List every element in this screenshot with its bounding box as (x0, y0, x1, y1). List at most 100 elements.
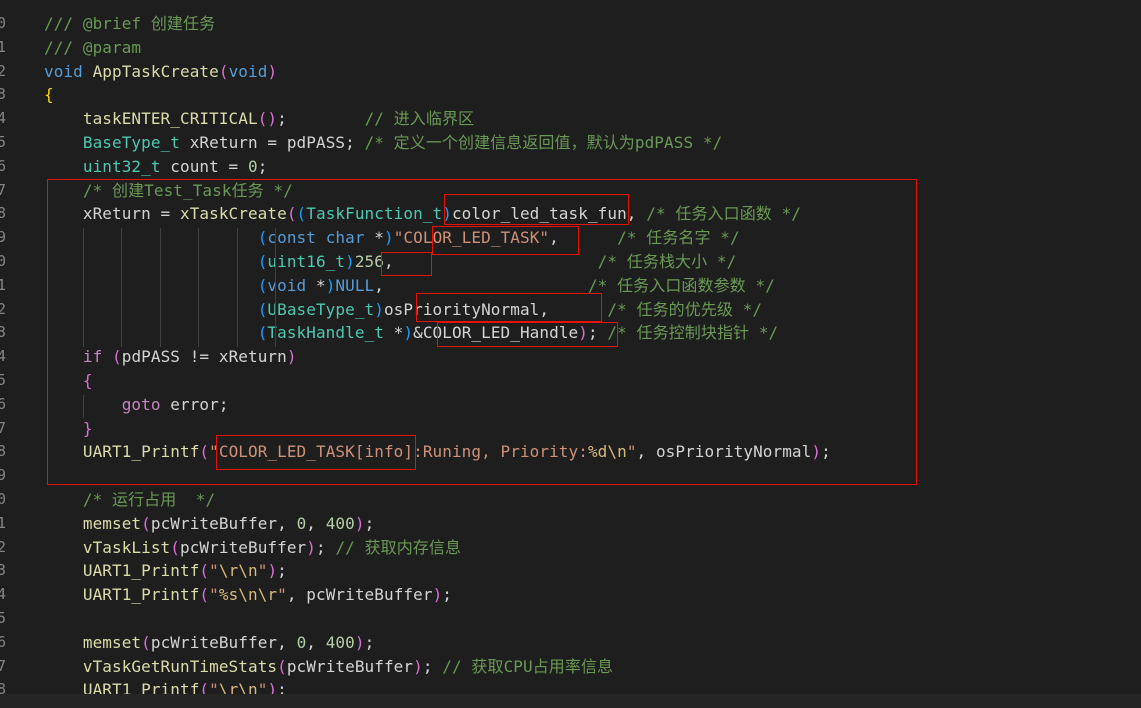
line-number: 1 (0, 513, 7, 532)
code-token: uint32_t (82, 156, 161, 176)
code-token: " (209, 561, 219, 581)
code-token: /* 定义一个创建信息返回值，默认为pdPASS */ (364, 133, 723, 152)
code-line[interactable]: 6 goto error; (0, 393, 1141, 417)
code-line[interactable]: 5 (0, 607, 1141, 631)
code-editor[interactable]: 0 /// @brief 创建任务 1 /// @param 2 void AppTask… (0, 0, 1141, 694)
code-line[interactable]: 1 (void *)NULL, /* 任务入口函数参数 */ (0, 274, 1141, 298)
code-line[interactable]: 4 taskENTER_CRITICAL(); // 进入临界区 (0, 107, 1141, 131)
code-line[interactable]: 8 UART1_Printf("COLOR_LED_TASK[info]:Run… (0, 440, 1141, 464)
code-token: ) (374, 299, 384, 319)
line-number: 5 (0, 133, 7, 151)
code-line[interactable]: 7 vTaskGetRunTimeStats(pcWriteBuffer); /… (0, 655, 1141, 679)
line-code: memset(pcWriteBuffer, 0, 400); (44, 512, 374, 536)
code-line[interactable]: 5 { (0, 369, 1141, 393)
code-token: ( (218, 61, 229, 81)
code-line[interactable]: 9 (0, 464, 1141, 488)
code-token: * (306, 275, 326, 295)
line-number: 7 (0, 180, 7, 199)
code-token: ) (403, 323, 414, 343)
code-line[interactable]: 7 /* 创建Test_Task任务 */ (0, 179, 1141, 203)
code-token: " (257, 680, 268, 694)
code-line[interactable]: 8 UART1_Printf("\r\n"); (0, 678, 1141, 694)
code-token: ) (384, 228, 394, 248)
code-line[interactable]: 0 /* 运行占用 */ (0, 488, 1141, 512)
code-token: \r\n (218, 561, 258, 581)
code-line[interactable]: 2 vTaskList(pcWriteBuffer); // 获取内存信息 (0, 536, 1141, 560)
code-token: ; (364, 513, 375, 533)
code-line[interactable]: 3{ (0, 83, 1141, 107)
code-token: ; (587, 323, 608, 343)
code-line[interactable]: 8 xReturn = xTaskCreate((TaskFunction_t)… (0, 202, 1141, 226)
code-token: ; (821, 442, 831, 462)
line-code: memset(pcWriteBuffer, 0, 400); (44, 631, 374, 655)
line-number: 6 (0, 632, 7, 651)
code-token: , (383, 252, 598, 271)
code-token: NULL (335, 275, 375, 295)
code-token: ) (267, 561, 278, 581)
code-token: xTaskCreate (179, 204, 287, 224)
line-code: UART1_Printf("\r\n"); (44, 559, 287, 583)
line-code: /* 创建Test_Task任务 */ (44, 179, 293, 203)
code-token: xReturn = pdPASS; (180, 133, 365, 152)
code-line[interactable]: 5 BaseType_t xReturn = pdPASS; /* 定义一个创建… (0, 131, 1141, 155)
code-line[interactable]: 0 (uint16_t)256, /* 任务栈大小 */ (0, 250, 1141, 274)
code-line[interactable]: 0 /// @brief 创建任务 (0, 12, 1141, 36)
code-line[interactable]: 4 UART1_Printf("%s\n\r", pcWriteBuffer); (0, 583, 1141, 607)
line-code: uint32_t count = 0; (44, 155, 267, 179)
code-token: // 获取内存信息 (335, 537, 462, 557)
line-code: UART1_Printf("COLOR_LED_TASK[info]:Runin… (44, 440, 831, 464)
code-token: /* 创建Test_Task任务 */ (82, 180, 293, 200)
code-token: UART1_Printf (82, 585, 200, 605)
line-code: vTaskList(pcWriteBuffer); // 获取内存信息 (44, 536, 461, 560)
code-token: void (267, 275, 307, 295)
code-line[interactable]: 4 if (pdPASS != xReturn) (0, 345, 1141, 369)
code-token: 256 (354, 252, 384, 271)
code-token: ( (112, 347, 122, 367)
line-code: { (44, 83, 54, 107)
line-code: /// @brief 创建任务 (44, 12, 215, 36)
code-token: ( (257, 323, 268, 343)
code-line[interactable]: 1 memset(pcWriteBuffer, 0, 400); (0, 512, 1141, 536)
code-token: void (228, 61, 268, 81)
code-line[interactable]: 2 void AppTaskCreate(void) (0, 60, 1141, 84)
code-token: ) (413, 656, 423, 676)
code-token: ( (257, 228, 268, 248)
code-line[interactable]: 1 /// @param (0, 36, 1141, 60)
code-line[interactable]: 6 uint32_t count = 0; (0, 155, 1141, 179)
code-token: TaskHandle_t (267, 323, 384, 343)
line-code: goto error; (44, 393, 229, 417)
panel-border (0, 694, 1141, 708)
code-line[interactable]: 9 (const char *)"COLOR_LED_TASK", /* 任务名… (0, 226, 1141, 250)
code-line[interactable]: 6 memset(pcWriteBuffer, 0, 400); (0, 631, 1141, 655)
code-line[interactable]: 7 } (0, 417, 1141, 441)
code-line[interactable]: 3 UART1_Printf("\r\n"); (0, 559, 1141, 583)
code-token: " (277, 585, 287, 605)
code-token: ) (267, 680, 278, 694)
code-token: /* 任务的优先级 */ (607, 299, 763, 319)
line-number: 2 (0, 299, 7, 318)
line-number: 7 (0, 418, 7, 437)
line-code: BaseType_t xReturn = pdPASS; /* 定义一个创建信息… (44, 131, 722, 155)
code-token: "COLOR_LED_TASK" (393, 228, 550, 248)
code-line[interactable]: 2 (UBaseType_t)osPriorityNormal, /* 任务的优… (0, 298, 1141, 322)
code-token: ; (422, 656, 443, 676)
code-token: /* 任务入口函数参数 */ (587, 275, 775, 295)
code-token: color_led_task_fun, (451, 204, 647, 224)
code-token: AppTaskCreate (92, 61, 219, 81)
line-number: 6 (0, 394, 7, 413)
line-number: 2 (0, 61, 7, 80)
code-token: ( (199, 585, 210, 605)
line-number: 3 (0, 85, 7, 104)
code-token: memset (82, 632, 142, 652)
code-token: error; (160, 394, 229, 414)
line-number: 9 (0, 466, 7, 485)
code-line[interactable]: 3 (TaskHandle_t *)&COLOR_LED_Handle); /*… (0, 321, 1141, 345)
